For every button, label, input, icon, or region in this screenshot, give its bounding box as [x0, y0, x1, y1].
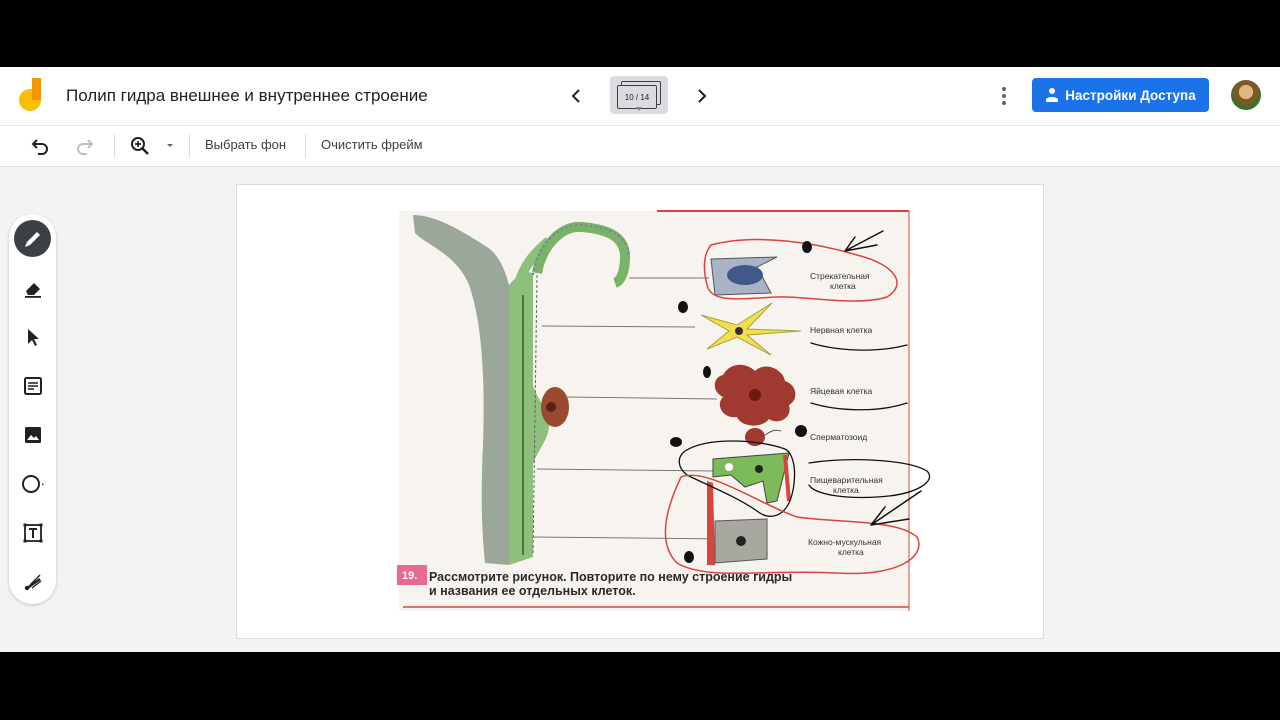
clear-frame-button[interactable]: Очистить фрейм: [321, 137, 423, 152]
person-lock-icon: [1046, 88, 1059, 102]
figure-caption-line2: и названия ее отдельных клеток.: [429, 584, 636, 598]
shape-tool-button[interactable]: [14, 465, 51, 502]
toolbar-divider: [114, 134, 115, 158]
label-stinging-1: Стрекательная: [810, 271, 870, 281]
zoom-in-icon: [131, 137, 149, 155]
jamboard-logo-icon[interactable]: [18, 78, 46, 112]
circle-icon: [21, 474, 44, 493]
pen-tool-button[interactable]: [14, 220, 51, 257]
jamboard-app: Полип гидра внешнее и внутреннее строени…: [0, 67, 1280, 652]
toolbar-divider: [305, 134, 306, 158]
label-nerve: Нервная клетка: [810, 325, 873, 335]
label-skin-muscle-1: Кожно-мускульная: [808, 537, 882, 547]
document-title[interactable]: Полип гидра внешнее и внутреннее строени…: [66, 86, 428, 106]
undo-icon: [31, 139, 48, 155]
more-dot: [1002, 87, 1006, 91]
laser-icon: [24, 574, 41, 590]
pen-icon: [24, 231, 40, 247]
eraser-icon: [24, 282, 41, 298]
caret-down-icon: [636, 107, 642, 111]
zoom-dropdown-button[interactable]: [160, 134, 180, 158]
more-options-button[interactable]: [994, 84, 1014, 108]
previous-frame-button[interactable]: [564, 84, 588, 108]
undo-button[interactable]: [28, 134, 52, 158]
text-box-icon: [23, 523, 42, 542]
image-tool-button[interactable]: [14, 416, 51, 453]
more-dot: [1002, 101, 1006, 105]
label-egg: Яйцевая клетка: [810, 386, 873, 396]
whiteboard-frame[interactable]: Стрекательная клетка Нервная клетка Яйце…: [236, 184, 1044, 639]
frame-counter: 10 / 14: [617, 85, 657, 109]
share-button[interactable]: Настройки Доступа: [1032, 78, 1209, 112]
tool-palette: [9, 214, 56, 604]
redo-icon: [77, 139, 94, 155]
figure-number: 19.: [402, 570, 417, 582]
video-letterbox-bottom: [0, 652, 1280, 720]
zoom-button[interactable]: [128, 134, 152, 158]
label-skin-muscle-2: клетка: [838, 547, 864, 557]
figure-caption-line1: Рассмотрите рисунок. Повторите по нему с…: [429, 570, 792, 584]
top-bar: Полип гидра внешнее и внутреннее строени…: [0, 67, 1280, 126]
eraser-tool-button[interactable]: [14, 269, 51, 306]
label-sperm: Сперматозоид: [810, 432, 867, 442]
sticky-note-tool-button[interactable]: [14, 367, 51, 404]
redo-button[interactable]: [73, 134, 97, 158]
edit-toolbar: Выбрать фон Очистить фрейм: [0, 126, 1280, 167]
sticky-note-icon: [23, 376, 42, 395]
user-avatar[interactable]: [1231, 80, 1261, 110]
hydra-figure: Стрекательная клетка Нервная клетка Яйце…: [397, 210, 930, 611]
laser-tool-button[interactable]: [14, 563, 51, 600]
toolbar-divider: [189, 134, 190, 158]
image-icon: [24, 426, 41, 443]
chevron-left-icon: [571, 89, 580, 103]
label-digestive-2: клетка: [833, 485, 859, 495]
set-background-button[interactable]: Выбрать фон: [205, 137, 286, 152]
label-stinging-2: клетка: [830, 281, 856, 291]
chevron-right-icon: [698, 89, 707, 103]
label-digestive-1: Пищеварительная: [810, 475, 883, 485]
more-dot: [1002, 94, 1006, 98]
frame-bar-toggle[interactable]: 10 / 14: [610, 76, 668, 114]
text-box-tool-button[interactable]: [14, 514, 51, 551]
cursor-arrow-icon: [27, 328, 39, 346]
caret-down-icon: [167, 144, 173, 147]
next-frame-button[interactable]: [690, 84, 714, 108]
select-tool-button[interactable]: [14, 318, 51, 355]
share-button-label: Настройки Доступа: [1065, 87, 1196, 103]
